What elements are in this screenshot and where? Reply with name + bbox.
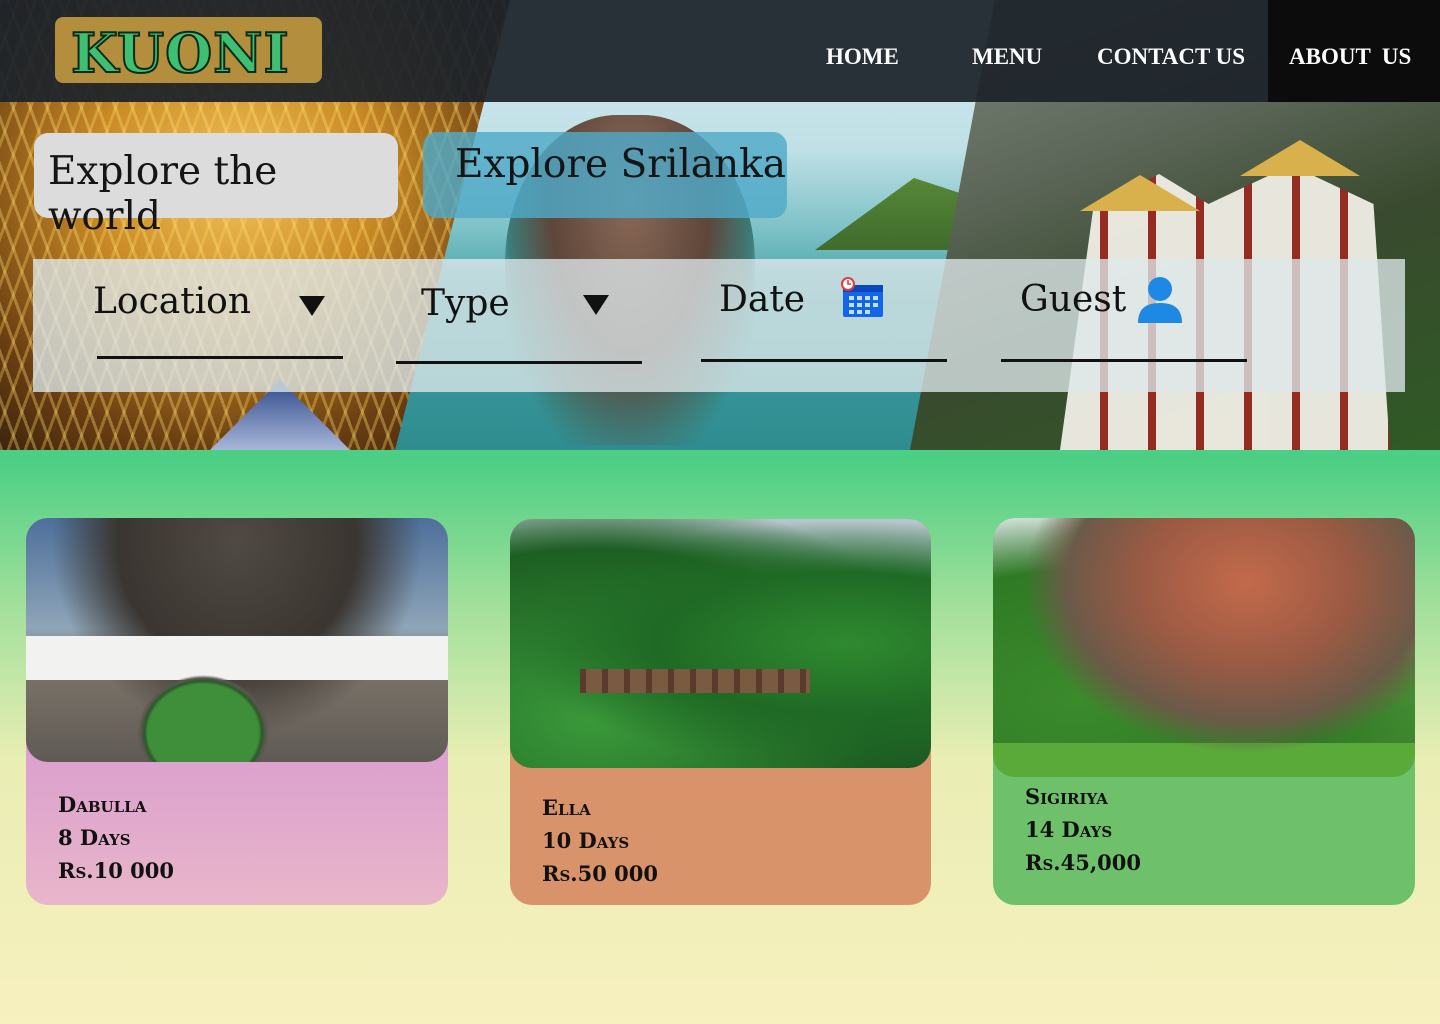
date-underline (701, 359, 947, 362)
tour-info: Ella 10 Days Rs.50 000 (542, 791, 658, 890)
tour-duration: 8 Days (58, 825, 131, 850)
location-dropdown[interactable]: Location (33, 259, 373, 392)
nav-home[interactable]: HOME (826, 44, 899, 70)
tour-photo-dabulla (26, 518, 448, 762)
tour-photo-sigiriya (993, 518, 1415, 777)
tour-card-dabulla[interactable]: Dabulla 8 Days Rs.10 000 (26, 518, 448, 905)
tour-name: Dabulla (58, 792, 147, 817)
top-navbar: KUONI HOME MENU CONTACT US ABOUT US (0, 0, 1440, 102)
hero-roof (1240, 140, 1360, 176)
user-icon[interactable] (1136, 275, 1184, 325)
type-underline (396, 361, 642, 364)
tour-duration: 10 Days (542, 828, 630, 853)
caret-down-icon (299, 296, 325, 316)
location-label: Location (93, 281, 252, 322)
tour-name: Sigiriya (1025, 784, 1108, 809)
brand-logo[interactable]: KUONI (55, 17, 322, 86)
tour-card-sigiriya[interactable]: Sigiriya 14 Days Rs.45,000 (993, 518, 1415, 905)
guest-label: Guest (1020, 279, 1127, 320)
type-dropdown[interactable]: Type (373, 259, 673, 392)
caret-down-icon (583, 295, 609, 315)
tour-photo-ella (510, 519, 931, 768)
tour-info: Sigiriya 14 Days Rs.45,000 (1025, 780, 1141, 879)
tour-name: Ella (542, 795, 591, 820)
explore-srilanka-label: Explore Srilanka (455, 142, 787, 187)
explore-world-label: Explore the world (48, 149, 278, 239)
tour-duration: 14 Days (1025, 817, 1113, 842)
type-label: Type (421, 283, 510, 324)
explore-world-button[interactable]: Explore the world (34, 133, 398, 239)
guest-underline (1001, 359, 1247, 362)
tour-price: Rs.45,000 (1025, 850, 1141, 875)
tour-price: Rs.50 000 (542, 861, 658, 886)
search-bar: Location Type Date Guest (33, 259, 1405, 392)
date-label: Date (719, 279, 806, 320)
tour-price: Rs.10 000 (58, 858, 174, 883)
nav-about-us[interactable]: ABOUT US (1289, 44, 1411, 70)
tour-info: Dabulla 8 Days Rs.10 000 (58, 788, 174, 887)
calendar-icon[interactable] (841, 277, 885, 319)
logo-text: KUONI (70, 20, 290, 86)
explore-srilanka-button[interactable]: Explore Srilanka (423, 132, 787, 218)
nav-contact-us[interactable]: CONTACT US (1097, 44, 1245, 70)
tour-card-ella[interactable]: Ella 10 Days Rs.50 000 (510, 519, 931, 905)
date-picker[interactable]: Date (673, 259, 973, 392)
location-underline (97, 356, 343, 359)
nav-menu[interactable]: MENU (972, 44, 1042, 70)
